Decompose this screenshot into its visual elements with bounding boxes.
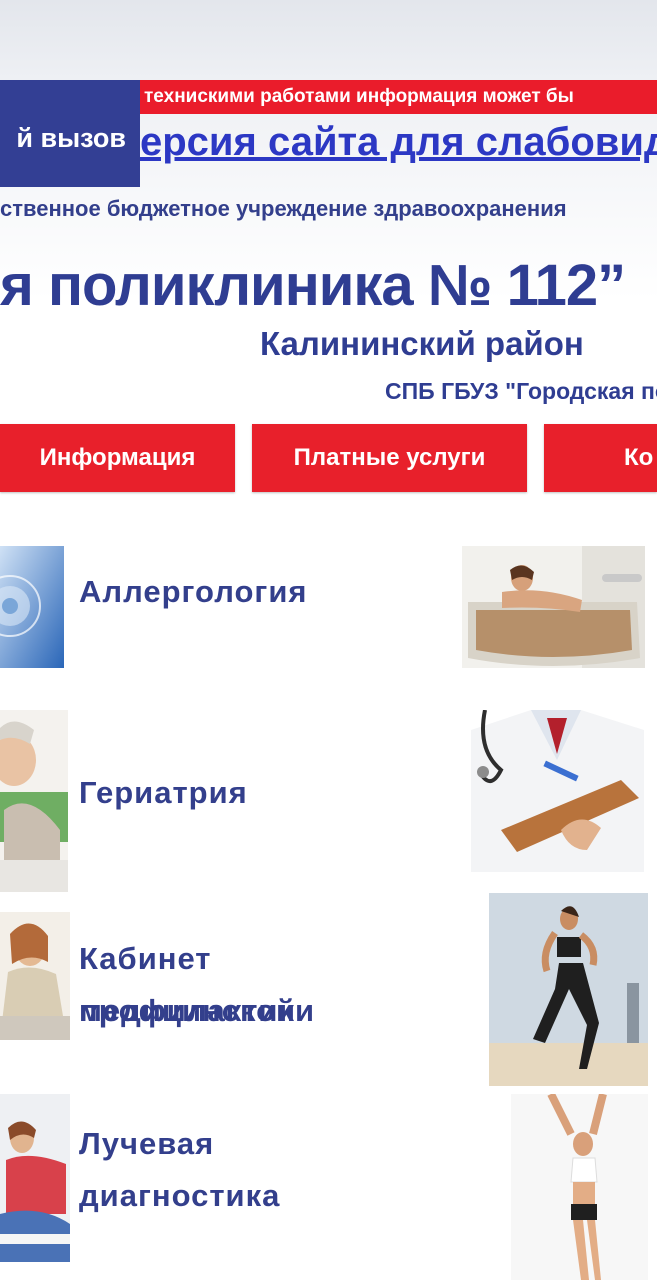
service-geriatrics[interactable]: Гериатрия [0, 710, 420, 892]
service-label: Гериатрия [79, 775, 248, 810]
organization-type: ственное бюджетное учреждение здравоохра… [0, 196, 567, 221]
runner-photo-icon[interactable] [489, 893, 648, 1086]
visually-impaired-version-link[interactable]: ерсия сайта для слабовидя [140, 116, 657, 170]
nav-contacts-button[interactable]: Ко [544, 424, 657, 492]
dandelion-photo-icon [0, 546, 64, 668]
news-ticker: технискими работами информация может бы [140, 80, 657, 114]
nav-paid-services-button[interactable]: Платные услуги [252, 424, 527, 492]
patient-care-photo-icon [0, 1094, 70, 1262]
clinic-short-name: СПБ ГБУЗ "Городская по [385, 378, 657, 404]
emergency-call-button[interactable]: й вызов [0, 80, 140, 187]
clinic-name-heading: я поликлиника № 112” [0, 253, 626, 318]
service-radiology[interactable]: Лучевая диагностика [0, 1094, 420, 1262]
service-label: профилактики [79, 993, 316, 1028]
district-label: Калининский район [260, 325, 584, 362]
service-allergology[interactable]: Аллергология [0, 546, 420, 668]
service-label: Аллергология [79, 574, 308, 609]
woman-writing-photo-icon [0, 912, 70, 1040]
nav-information-button[interactable]: Информация [0, 424, 235, 492]
bath-therapy-photo-icon[interactable] [462, 546, 645, 668]
elderly-man-photo-icon [0, 710, 68, 892]
service-label: диагностика [79, 1178, 281, 1213]
doctor-clipboard-photo-icon[interactable] [471, 710, 644, 872]
stretching-woman-photo-icon[interactable] [511, 1094, 648, 1280]
service-prophylaxis[interactable]: Кабинет медицинской профилактики [0, 912, 420, 1040]
service-label: Лучевая [79, 1126, 215, 1161]
